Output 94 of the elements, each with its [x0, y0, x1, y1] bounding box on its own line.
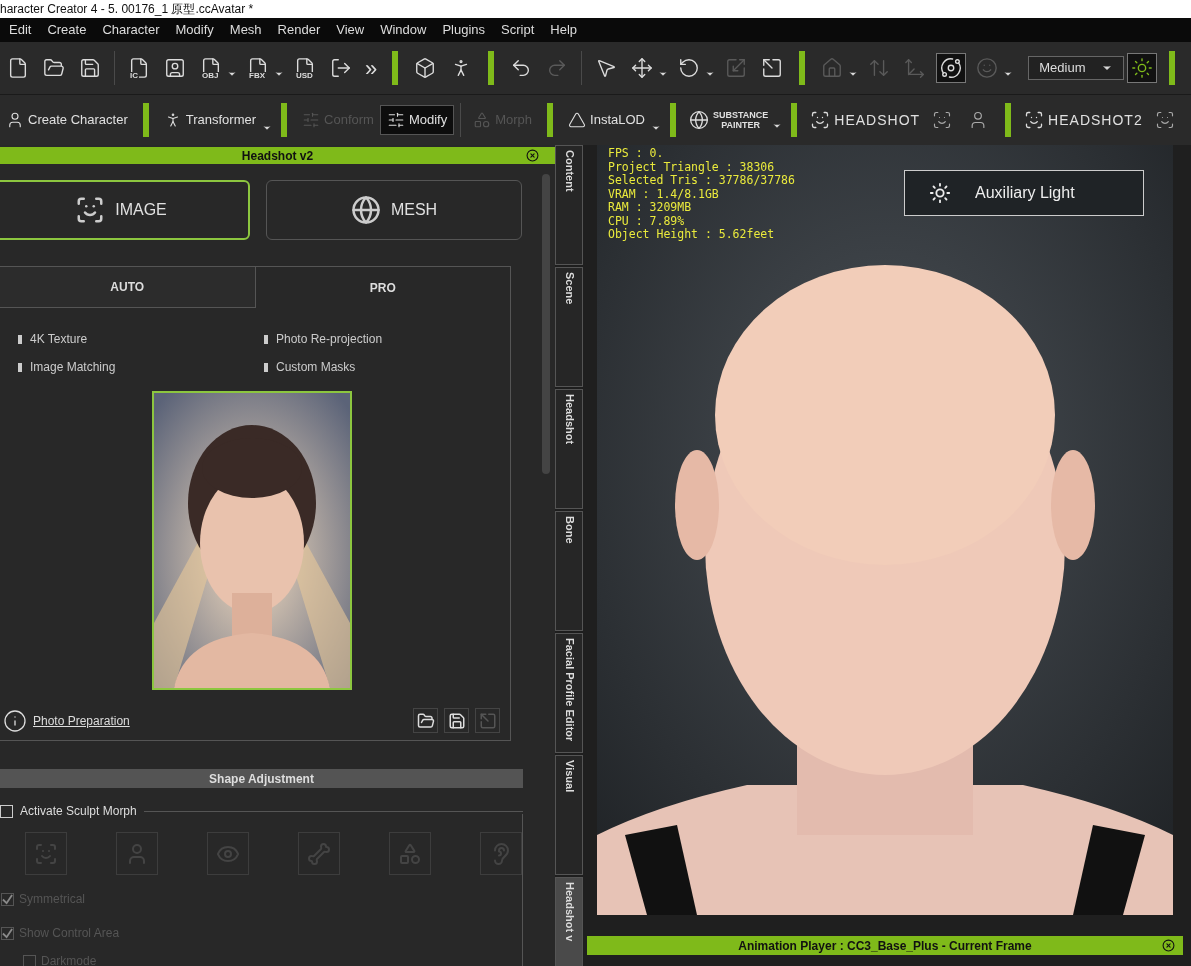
menu-item[interactable]: Modify: [175, 20, 214, 40]
separator-bar: [281, 103, 288, 137]
tab[interactable]: PRO: [255, 266, 511, 308]
separator-bar: [791, 103, 798, 137]
auxiliary-light-button[interactable]: Auxiliary Light: [904, 170, 1144, 216]
close-icon[interactable]: [526, 149, 539, 162]
sliders-icon: [302, 111, 321, 129]
menu-item[interactable]: Render: [277, 20, 321, 40]
scrollbar[interactable]: [542, 174, 550, 474]
caret-icon[interactable]: [227, 69, 237, 79]
caret-icon[interactable]: [705, 69, 716, 79]
side-tab[interactable]: Headshot: [555, 389, 583, 509]
panel-title: Headshot v2: [241, 147, 314, 165]
separator-bar: [142, 103, 149, 137]
plugin-brand-button[interactable]: HEADSHOT: [806, 105, 925, 135]
menu-item[interactable]: View: [336, 20, 365, 40]
sun-icon[interactable]: [1127, 53, 1158, 83]
mode-button[interactable]: MESH: [266, 180, 522, 240]
stats-line: Selected Tris : 37786/37786: [608, 174, 795, 188]
bullet-mark: [18, 334, 22, 344]
plugin-brand-button[interactable]: SUBSTANCE PAINTER: [684, 105, 773, 135]
caret-icon[interactable]: [274, 69, 284, 79]
caret-icon[interactable]: [262, 123, 273, 133]
save-icon[interactable]: [444, 708, 469, 733]
format-tag: USD: [295, 72, 314, 80]
format-tag: IC: [129, 72, 139, 80]
export-button[interactable]: FBX: [243, 53, 273, 83]
caret-icon[interactable]: [658, 69, 669, 79]
export-button[interactable]: USD: [290, 53, 320, 83]
mode-button[interactable]: IMAGE: [0, 180, 250, 240]
export-button[interactable]: IC: [124, 53, 154, 83]
menu-item[interactable]: Help: [550, 20, 578, 40]
menu-item[interactable]: Create: [47, 20, 87, 40]
open-folder-icon[interactable]: [413, 708, 438, 733]
tab[interactable]: AUTO: [0, 266, 256, 308]
sun-icon: [929, 182, 951, 204]
bullet-mark: [18, 362, 22, 372]
feature-label: 4K Texture: [30, 331, 88, 348]
side-tab[interactable]: Visual: [555, 755, 583, 875]
section-title: Shape Adjustment: [209, 770, 314, 788]
photo-preparation-link[interactable]: Photo Preparation: [33, 711, 130, 730]
menu-item[interactable]: Script: [501, 20, 535, 40]
side-tab[interactable]: Content: [555, 145, 583, 265]
window-title: haracter Creator 4 - 5. 00176_1 原型.ccAvatar *: [0, 3, 254, 15]
format-tag: FBX: [248, 72, 266, 80]
menu-item[interactable]: Mesh: [229, 20, 262, 40]
separator-bar: [488, 51, 495, 85]
stats-line: RAM : 3209MB: [608, 201, 693, 215]
sliders-icon: [386, 111, 405, 129]
separator-bar: [392, 51, 399, 85]
bullet-mark: [264, 362, 268, 372]
quality-dropdown[interactable]: Medium: [1028, 56, 1125, 80]
side-tab[interactable]: Headshot v: [555, 877, 583, 966]
info-icon[interactable]: [3, 708, 27, 733]
face-mask-icon[interactable]: [1154, 110, 1175, 130]
triangle-logo-icon: [568, 111, 587, 129]
stats-line: VRAM : 1.4/8.1GB: [608, 187, 720, 201]
animation-player-title: Animation Player : CC3_Base_Plus - Current Frame: [738, 937, 1032, 955]
plugin-tool-button[interactable]: Transformer: [157, 105, 263, 135]
plugin-brand-button[interactable]: HEADSHOT2: [1020, 105, 1147, 135]
side-tab[interactable]: Scene: [555, 267, 583, 387]
side-tab[interactable]: Facial Profile Editor: [555, 633, 583, 753]
separator-bar: [1005, 103, 1012, 137]
stats-line: CPU : 7.89%: [608, 214, 686, 228]
figure-icon: [6, 111, 24, 129]
separator-bar: [547, 103, 554, 137]
close-icon[interactable]: [1162, 939, 1175, 952]
separator-bar: [799, 51, 806, 85]
caret-icon[interactable]: [772, 121, 783, 131]
viewport[interactable]: FPS : 0. Project Triangle : 38306 Selected Tris : 37786/37786 VRAM : 1.4/8.1GB RAM : 3209MB CPU : 7.89% Object Height : 5.62feet Auxiliary Light: [597, 145, 1173, 915]
more-tools-button[interactable]: »: [365, 51, 378, 85]
caret-icon[interactable]: [650, 123, 661, 133]
separator-bar: [1169, 51, 1176, 85]
feature-label: Image Matching: [30, 359, 116, 376]
orbit-icon[interactable]: [936, 53, 967, 83]
menu-item[interactable]: Edit: [9, 20, 32, 40]
stats-line: Object Height : 5.62feet: [608, 228, 776, 242]
plugin-tool-button[interactable]: Modify: [379, 105, 455, 135]
plugin-tool-button[interactable]: InstaLOD: [562, 105, 651, 135]
feature-label: Custom Masks: [276, 359, 356, 376]
bullet-mark: [264, 334, 268, 344]
menu-item[interactable]: Plugins: [442, 20, 486, 40]
export-button[interactable]: OBJ: [196, 53, 226, 83]
stats-line: FPS : 0.: [608, 147, 665, 161]
stats-line: Project Triangle : 38306: [608, 160, 776, 174]
menu-item[interactable]: Window: [380, 20, 427, 40]
feature-label: Photo Re-projection: [276, 331, 383, 348]
checkbox-label: Activate Sculpt Morph: [20, 803, 137, 820]
plugin-tool-button[interactable]: Create Character: [0, 105, 134, 135]
face-mask-icon[interactable]: [932, 110, 953, 130]
side-tab[interactable]: Bone: [555, 511, 583, 631]
format-tag: OBJ: [201, 72, 220, 80]
menu-item[interactable]: Character: [102, 20, 160, 40]
separator-bar: [669, 103, 676, 137]
